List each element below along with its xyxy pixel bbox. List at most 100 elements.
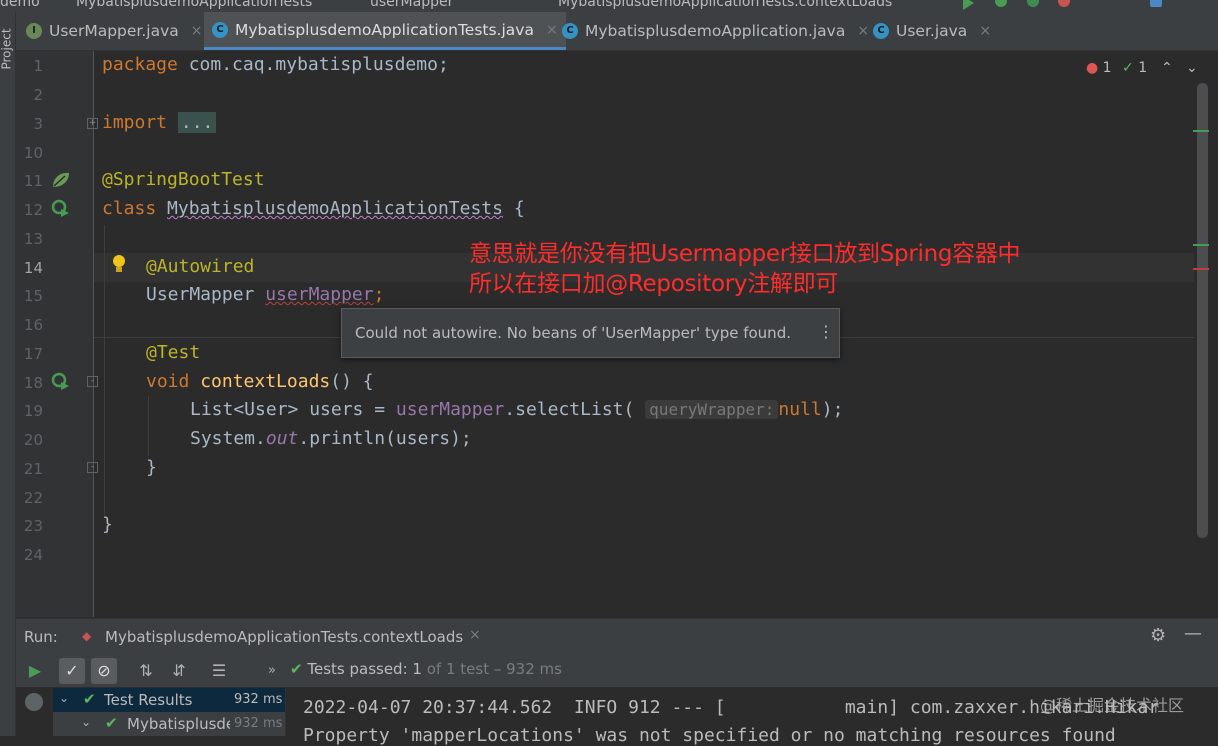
project-structure-icon[interactable] bbox=[1150, 0, 1162, 7]
code-line-12[interactable]: class MybatisplusdemoApplicationTests { bbox=[102, 198, 525, 219]
tree-node-label: Test Results bbox=[104, 691, 193, 709]
spring-bean-icon[interactable] bbox=[51, 171, 71, 189]
tree-node-time: 932 ms bbox=[234, 692, 283, 707]
line-number: 19 bbox=[23, 402, 43, 420]
interface-icon bbox=[26, 23, 42, 39]
debug-icon[interactable] bbox=[995, 0, 1007, 7]
editor-scrollbar-thumb[interactable] bbox=[1197, 83, 1208, 538]
tab-application-tests[interactable]: MybatisplusdemoApplicationTests.java × bbox=[204, 12, 566, 50]
change-marker[interactable] bbox=[1193, 244, 1209, 246]
code-line-19[interactable]: List<User> users = userMapper.selectList… bbox=[190, 399, 843, 420]
chevron-down-icon[interactable]: ⌄ bbox=[81, 715, 91, 729]
indent-guide bbox=[104, 225, 105, 515]
line-number: 24 bbox=[23, 546, 43, 564]
line-number: 15 bbox=[23, 287, 43, 305]
inspection-tooltip: Could not autowire. No beans of 'UserMap… bbox=[341, 308, 840, 358]
tree-node-test-class[interactable]: ⌄ ✔ Mybatisplusde 932 ms bbox=[53, 712, 285, 736]
show-ignored-toggle[interactable]: ⊘ bbox=[91, 658, 117, 684]
line-number: 3 bbox=[33, 115, 43, 133]
tab-usermapper[interactable]: UserMapper.java × bbox=[26, 12, 203, 50]
more-icon[interactable]: » bbox=[259, 658, 285, 684]
line-number: 10 bbox=[23, 144, 43, 162]
tab-label: MybatisplusdemoApplicationTests.java bbox=[235, 20, 534, 39]
line-number: 18 bbox=[23, 374, 43, 392]
fold-expand-icon[interactable]: + bbox=[87, 118, 98, 129]
field-crumb[interactable]: userMapper bbox=[370, 0, 453, 10]
tree-node-label: Mybatisplusde bbox=[127, 715, 230, 733]
error-marker[interactable] bbox=[1193, 268, 1209, 270]
run-test-method-icon[interactable] bbox=[51, 372, 71, 392]
close-icon[interactable]: × bbox=[191, 23, 203, 39]
code-line-14[interactable]: @Autowired bbox=[146, 256, 254, 277]
tab-user[interactable]: User.java × bbox=[873, 12, 991, 50]
change-marker[interactable] bbox=[1193, 130, 1209, 132]
rerun-icon[interactable]: ▶ bbox=[22, 658, 48, 684]
run-toolbar bbox=[16, 655, 1218, 687]
minimize-icon[interactable]: — bbox=[1184, 623, 1202, 644]
line-number: 12 bbox=[23, 201, 43, 219]
run-config-selector[interactable]: MybatisplusdemoApplicationTests.contextL… bbox=[558, 0, 892, 10]
project-crumb[interactable]: demo bbox=[0, 0, 40, 10]
run-label: Run: bbox=[24, 628, 58, 646]
check-icon: ✔ bbox=[105, 714, 118, 732]
show-passed-toggle[interactable]: ✓ bbox=[59, 658, 85, 684]
watermark: @稀土掘金技术社区 bbox=[1040, 696, 1185, 715]
lightbulb-icon[interactable] bbox=[110, 253, 128, 275]
run-panel-header: Run: ◆ MybatisplusdemoApplicationTests.c… bbox=[16, 618, 1218, 655]
code-line-11[interactable]: @SpringBootTest bbox=[102, 169, 265, 190]
chevron-down-icon[interactable]: ⌄ bbox=[59, 691, 69, 705]
class-crumb[interactable]: MybatisplusdemoApplicationTests bbox=[76, 0, 312, 10]
run-test-class-icon[interactable] bbox=[51, 199, 71, 219]
fold-end-icon[interactable]: - bbox=[87, 462, 98, 473]
folded-imports[interactable]: ... bbox=[177, 112, 217, 133]
project-tool-button[interactable]: Project bbox=[0, 28, 14, 69]
code-line-15[interactable]: UserMapper userMapper; bbox=[146, 284, 384, 305]
sort-duration-icon[interactable]: ⇵ bbox=[166, 658, 192, 684]
code-line-21[interactable]: } bbox=[146, 457, 157, 478]
annotation-line-2: 所以在接口加@Repository注解即可 bbox=[469, 271, 839, 297]
test-config-icon: ◆ bbox=[82, 629, 92, 643]
expand-all-icon[interactable]: ☰ bbox=[206, 658, 232, 684]
console-line: 2022-04-07 20:37:44.562 INFO 912 --- [ m… bbox=[303, 697, 1160, 718]
tree-node-time: 932 ms bbox=[234, 716, 283, 731]
run-tab-title[interactable]: MybatisplusdemoApplicationTests.contextL… bbox=[105, 628, 463, 646]
check-count[interactable]: ✓ 1 bbox=[1122, 60, 1147, 76]
close-icon[interactable]: × bbox=[857, 23, 869, 39]
profile-icon[interactable] bbox=[1058, 0, 1070, 7]
panel-divider bbox=[285, 688, 286, 736]
code-line-3[interactable]: import ... bbox=[102, 112, 217, 133]
line-number: 23 bbox=[23, 517, 43, 535]
tree-node-test-results[interactable]: ⌄ ✔ Test Results 932 ms bbox=[53, 688, 285, 712]
more-actions-icon[interactable]: ⋮ bbox=[818, 322, 834, 341]
debugger-icon[interactable] bbox=[25, 693, 43, 711]
coverage-icon[interactable] bbox=[1027, 0, 1039, 7]
error-count[interactable]: ● 1 bbox=[1086, 60, 1112, 76]
line-number: 2 bbox=[33, 86, 43, 104]
check-icon: ✔ bbox=[83, 690, 96, 708]
code-line-23[interactable]: } bbox=[102, 514, 113, 535]
tab-application[interactable]: MybatisplusdemoApplication.java × bbox=[562, 12, 869, 50]
tool-window-stripe: Project bbox=[0, 12, 16, 736]
gear-icon[interactable]: ⚙ bbox=[1150, 625, 1166, 646]
close-icon[interactable]: × bbox=[546, 22, 558, 38]
tooltip-message: Could not autowire. No beans of 'UserMap… bbox=[355, 324, 791, 342]
code-line-17[interactable]: @Test bbox=[146, 342, 200, 363]
close-icon[interactable]: × bbox=[979, 23, 991, 39]
fold-collapse-icon[interactable]: - bbox=[87, 376, 98, 387]
run-icon[interactable] bbox=[963, 0, 974, 10]
line-number: 1 bbox=[33, 57, 43, 75]
class-icon bbox=[873, 23, 889, 39]
error-icon: ● bbox=[1086, 60, 1099, 76]
sort-alpha-icon[interactable]: ⇅ bbox=[133, 658, 159, 684]
close-icon[interactable]: × bbox=[469, 627, 481, 643]
code-line-1[interactable]: package com.caq.mybatisplusdemo; bbox=[102, 54, 449, 75]
line-number: 17 bbox=[23, 345, 43, 363]
code-line-18[interactable]: void contextLoads() { bbox=[146, 371, 374, 392]
code-line-20[interactable]: System.out.println(users); bbox=[190, 428, 472, 449]
line-number: 20 bbox=[23, 431, 43, 449]
indent-guide bbox=[148, 396, 149, 456]
previous-highlight-icon[interactable]: ⌃ bbox=[1161, 60, 1173, 76]
tab-label: MybatisplusdemoApplication.java bbox=[585, 22, 846, 40]
line-number: 13 bbox=[23, 230, 43, 248]
editor-tabs: UserMapper.java × MybatisplusdemoApplica… bbox=[16, 12, 1218, 51]
